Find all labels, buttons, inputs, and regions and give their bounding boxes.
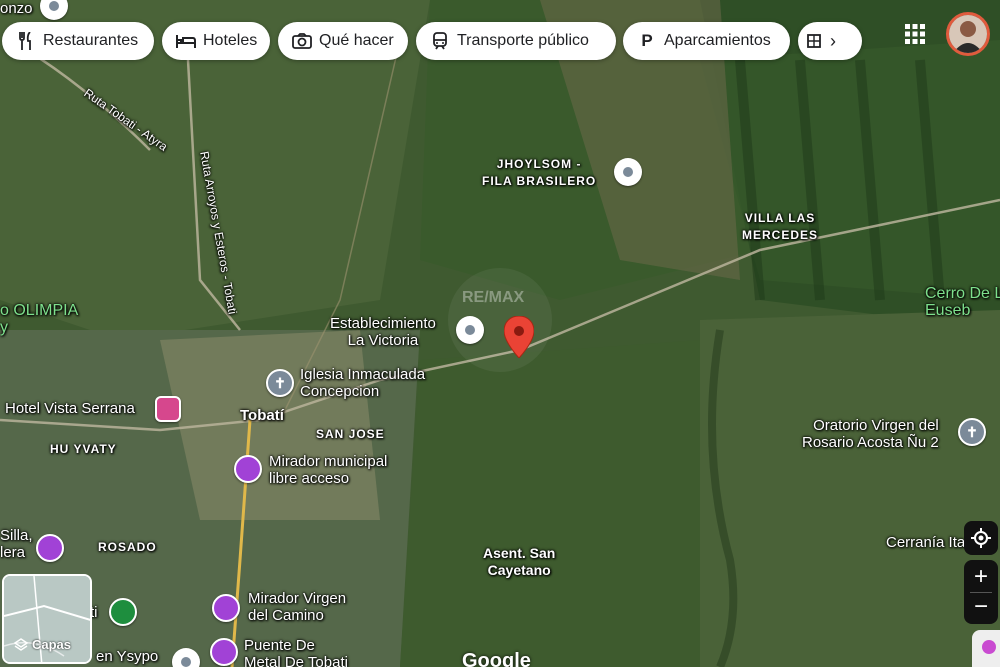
place-label-tobati[interactable]: Tobatí: [240, 407, 284, 424]
chip-label: Qué hacer: [319, 32, 394, 49]
watermark-logo: RE/MAX: [462, 289, 525, 306]
layers-button[interactable]: Capas: [2, 574, 92, 664]
church-pin-icon[interactable]: ✝: [958, 418, 986, 446]
apps-grid-icon[interactable]: [903, 22, 927, 46]
park-pin-icon[interactable]: [109, 598, 137, 626]
pegman-icon[interactable]: [972, 630, 1000, 667]
train-icon: [430, 31, 450, 51]
bed-icon: [176, 31, 196, 51]
layers-caption: Capas: [14, 637, 71, 652]
place-pin-icon[interactable]: [614, 158, 642, 186]
chip-hotels[interactable]: Hoteles: [162, 22, 270, 60]
chip-label: Aparcamientos: [664, 32, 771, 49]
chip-label: Hoteles: [203, 32, 258, 49]
camera-pin-icon[interactable]: [210, 638, 238, 666]
google-logo: Google: [462, 650, 531, 667]
viewpoint-pin-icon[interactable]: [234, 455, 262, 483]
zoom-in-button[interactable]: +: [974, 562, 988, 592]
place-label-iglesia[interactable]: Iglesia Inmaculada Concepcion: [300, 366, 425, 400]
place-label-san-jose[interactable]: SAN JOSE: [316, 426, 385, 443]
chip-public-transport[interactable]: Transporte público: [416, 22, 616, 60]
crosshair-icon: [971, 528, 991, 548]
place-pin-icon[interactable]: [456, 316, 484, 344]
my-location-button[interactable]: [964, 521, 998, 555]
place-label-cerro[interactable]: Cerro De L Euseb: [925, 285, 1000, 319]
place-label-hu-yvaty[interactable]: HU YVATY: [50, 441, 117, 458]
place-label-cerrania[interactable]: Cerranía Ita: [886, 534, 965, 551]
place-label-jhoylsom[interactable]: JHOYLSOM - FILA BRASILERO: [482, 156, 596, 190]
chip-label: Transporte público: [457, 32, 589, 49]
church-pin-icon[interactable]: ✝: [266, 369, 294, 397]
camera-icon: [292, 31, 312, 51]
chip-things-to-do[interactable]: Qué hacer: [278, 22, 408, 60]
satellite-map[interactable]: Ruta Tobati - Atyra Ruta Arroyos y Ester…: [0, 0, 1000, 667]
place-label-puente[interactable]: Puente De Metal De Tobati: [244, 637, 348, 667]
grid-icon: [804, 31, 824, 51]
place-label-establecimiento[interactable]: Establecimiento La Victoria: [330, 315, 436, 349]
zoom-out-button[interactable]: −: [974, 593, 988, 623]
chip-restaurants[interactable]: Restaurantes: [2, 22, 154, 60]
chip-label: Restaurantes: [43, 32, 139, 49]
zoom-controls: + −: [964, 560, 998, 624]
place-label-olimpia[interactable]: o OLIMPIA y: [0, 302, 78, 336]
parking-icon: P: [641, 31, 653, 50]
fork-knife-icon: [16, 31, 36, 51]
chevron-right-icon[interactable]: ›: [830, 31, 836, 52]
layers-label: Capas: [32, 637, 72, 652]
place-label-villa-las-mercedes[interactable]: VILLA LAS MERCEDES: [742, 210, 818, 244]
avatar[interactable]: [946, 12, 990, 56]
place-label-oratorio[interactable]: Oratorio Virgen del Rosario Acosta Ñu 2: [802, 417, 939, 451]
place-label-onzo: onzo: [0, 0, 33, 17]
chip-parking[interactable]: P Aparcamientos: [623, 22, 790, 60]
camera-pin-icon[interactable]: [36, 534, 64, 562]
place-label-silla[interactable]: Silla, lera: [0, 527, 33, 561]
place-label-mirador-virgen[interactable]: Mirador Virgen del Camino: [248, 590, 346, 624]
chip-more[interactable]: ›: [798, 22, 862, 60]
layers-icon: [14, 637, 28, 651]
place-label-rosado[interactable]: ROSADO: [98, 539, 157, 556]
place-label-en-ysypo[interactable]: en Ysypo: [96, 648, 158, 665]
camera-pin-icon[interactable]: [212, 594, 240, 622]
selected-location-pin-icon[interactable]: [504, 316, 534, 358]
place-label-asent-san-cayetano[interactable]: Asent. San Cayetano: [483, 545, 555, 579]
place-label-hotel[interactable]: Hotel Vista Serrana: [5, 400, 135, 417]
hotel-pin-icon[interactable]: [155, 396, 181, 422]
place-label-mirador-municipal[interactable]: Mirador municipal libre acceso: [269, 453, 387, 487]
